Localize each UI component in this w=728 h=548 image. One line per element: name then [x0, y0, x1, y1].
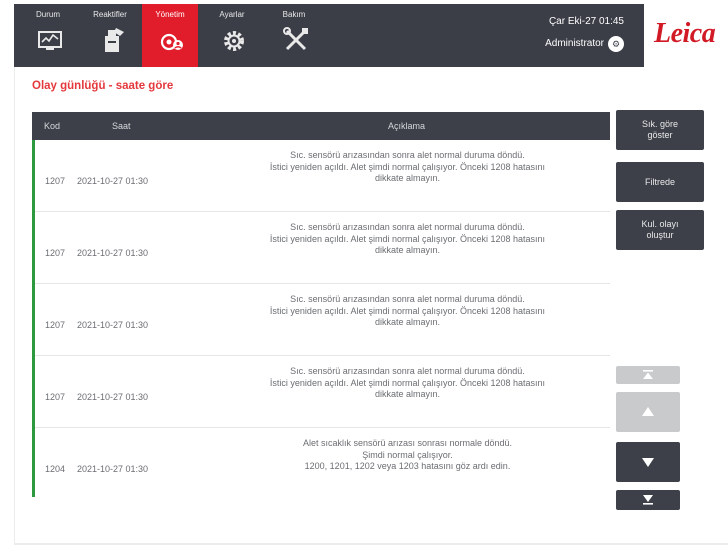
description-line: Sıc. sensörü arızasından sonra alet norm…	[290, 222, 525, 232]
event-description: Sıc. sensörü arızasından sonra alet norm…	[205, 222, 610, 257]
column-header-description: Açıklama	[388, 121, 426, 131]
event-list[interactable]: 1207 2021-10-27 01:30 Sıc. sensörü arıza…	[32, 140, 610, 497]
tab-maintenance[interactable]: Bakım	[266, 4, 322, 67]
event-description: Alet sıcaklık sensörü arızası sonrası no…	[205, 438, 610, 473]
scroll-down-button[interactable]	[616, 442, 680, 482]
event-code: 1207	[45, 176, 66, 186]
tab-reagents[interactable]: Reaktifler	[82, 4, 138, 67]
event-code: 1204	[45, 464, 66, 474]
status-screen-icon	[38, 31, 62, 50]
status-area: Çar Eki-27 01:45 Administrator ⚙	[545, 16, 624, 52]
description-line: dikkate almayın.	[374, 317, 441, 327]
tab-status-label: Durum	[35, 10, 60, 19]
description-line: İstici yeniden açıldı. Alet şimdi normal…	[269, 161, 546, 172]
description-line: 1200, 1201, 1202 veya 1203 hatasını göz …	[304, 461, 511, 471]
event-description: Sıc. sensörü arızasından sonra alet norm…	[205, 294, 610, 329]
scroll-bottom-icon	[643, 495, 653, 505]
table-row[interactable]: 1204 2021-10-27 01:30 Alet sıcaklık sens…	[35, 428, 610, 499]
scroll-bottom-button[interactable]	[616, 490, 680, 510]
create-user-event-button[interactable]: Kul. olayı oluştur	[616, 210, 704, 250]
event-description: Sıc. sensörü arızasından sonra alet norm…	[205, 150, 610, 185]
description-line: dikkate almayın.	[374, 389, 441, 399]
filter-label: Filtrede	[644, 176, 675, 187]
event-code: 1207	[45, 392, 66, 402]
description-line: Sıc. sensörü arızasından sonra alet norm…	[290, 150, 525, 160]
admin-gear-user-icon	[160, 33, 183, 51]
scroll-up-icon	[642, 407, 654, 416]
user-indicator[interactable]: Administrator ⚙	[545, 36, 624, 52]
event-time: 2021-10-27 01:30	[77, 464, 149, 474]
tab-status[interactable]: Durum	[20, 4, 76, 67]
scroll-up-button[interactable]	[616, 392, 680, 432]
column-header-code: Kod	[44, 121, 61, 131]
event-code: 1207	[45, 248, 66, 258]
description-line: İstici yeniden açıldı. Alet şimdi normal…	[269, 305, 546, 316]
create-user-event-label: Kul. olayı oluştur	[641, 219, 679, 240]
description-line: Sıc. sensörü arızasından sonra alet norm…	[290, 294, 525, 304]
tab-administration-label: Yönetim	[155, 10, 185, 19]
event-time: 2021-10-27 01:30	[77, 176, 149, 186]
tab-administration[interactable]: Yönetim	[142, 4, 198, 67]
event-time: 2021-10-27 01:30	[77, 320, 149, 330]
description-line: İstici yeniden açıldı. Alet şimdi normal…	[269, 233, 546, 244]
left-border	[14, 67, 15, 545]
description-line: Şimdi normal çalışıyor.	[362, 449, 453, 460]
table-row[interactable]: 1207 2021-10-27 01:30 Sıc. sensörü arıza…	[35, 140, 610, 211]
datetime: Çar Eki-27 01:45	[548, 16, 624, 27]
description-line: dikkate almayın.	[374, 245, 441, 255]
bottom-border	[14, 543, 728, 545]
description-line: Sıc. sensörü arızasından sonra alet norm…	[290, 366, 525, 376]
column-header-time: Saat	[112, 121, 131, 131]
description-line: dikkate almayın.	[374, 173, 441, 183]
tab-settings[interactable]: Ayarlar	[204, 4, 260, 67]
event-code: 1207	[45, 320, 66, 330]
event-time: 2021-10-27 01:30	[77, 248, 149, 258]
logo-text: Leica	[654, 18, 716, 49]
settings-gear-icon	[224, 31, 244, 51]
page-title: Olay günlüğü - saate göre	[32, 80, 174, 92]
description-line: Alet sıcaklık sensörü arızası sonrası no…	[302, 438, 513, 448]
scroll-top-icon	[643, 370, 653, 379]
top-navigation-bar: Durum Reaktifler Yönetim Ayarlar Bakım Ç…	[14, 4, 728, 67]
user-gear-icon: ⚙	[608, 36, 624, 52]
description-line: İstici yeniden açıldı. Alet şimdi normal…	[269, 377, 546, 388]
reagent-bottle-icon	[105, 28, 124, 52]
show-by-frequency-label: Sık. göre göster	[641, 119, 679, 140]
show-by-frequency-button[interactable]: Sık. göre göster	[616, 110, 704, 150]
tab-maintenance-label: Bakım	[282, 10, 306, 19]
username: Administrator	[545, 38, 604, 49]
tab-reagents-label: Reaktifler	[93, 10, 127, 19]
table-row[interactable]: 1207 2021-10-27 01:30 Sıc. sensörü arıza…	[35, 212, 610, 283]
table-row[interactable]: 1207 2021-10-27 01:30 Sıc. sensörü arıza…	[35, 356, 610, 427]
event-time: 2021-10-27 01:30	[77, 392, 149, 402]
table-row[interactable]: 1207 2021-10-27 01:30 Sıc. sensörü arıza…	[35, 284, 610, 355]
tab-settings-label: Ayarlar	[219, 10, 245, 19]
brand-logo: Leica	[644, 4, 728, 67]
maintenance-tools-icon	[283, 27, 308, 51]
scroll-top-button[interactable]	[616, 366, 680, 384]
filter-button[interactable]: Filtrede	[616, 162, 704, 202]
scroll-down-icon	[642, 458, 654, 467]
table-header: Kod Saat Açıklama	[32, 112, 610, 140]
event-description: Sıc. sensörü arızasından sonra alet norm…	[205, 366, 610, 401]
